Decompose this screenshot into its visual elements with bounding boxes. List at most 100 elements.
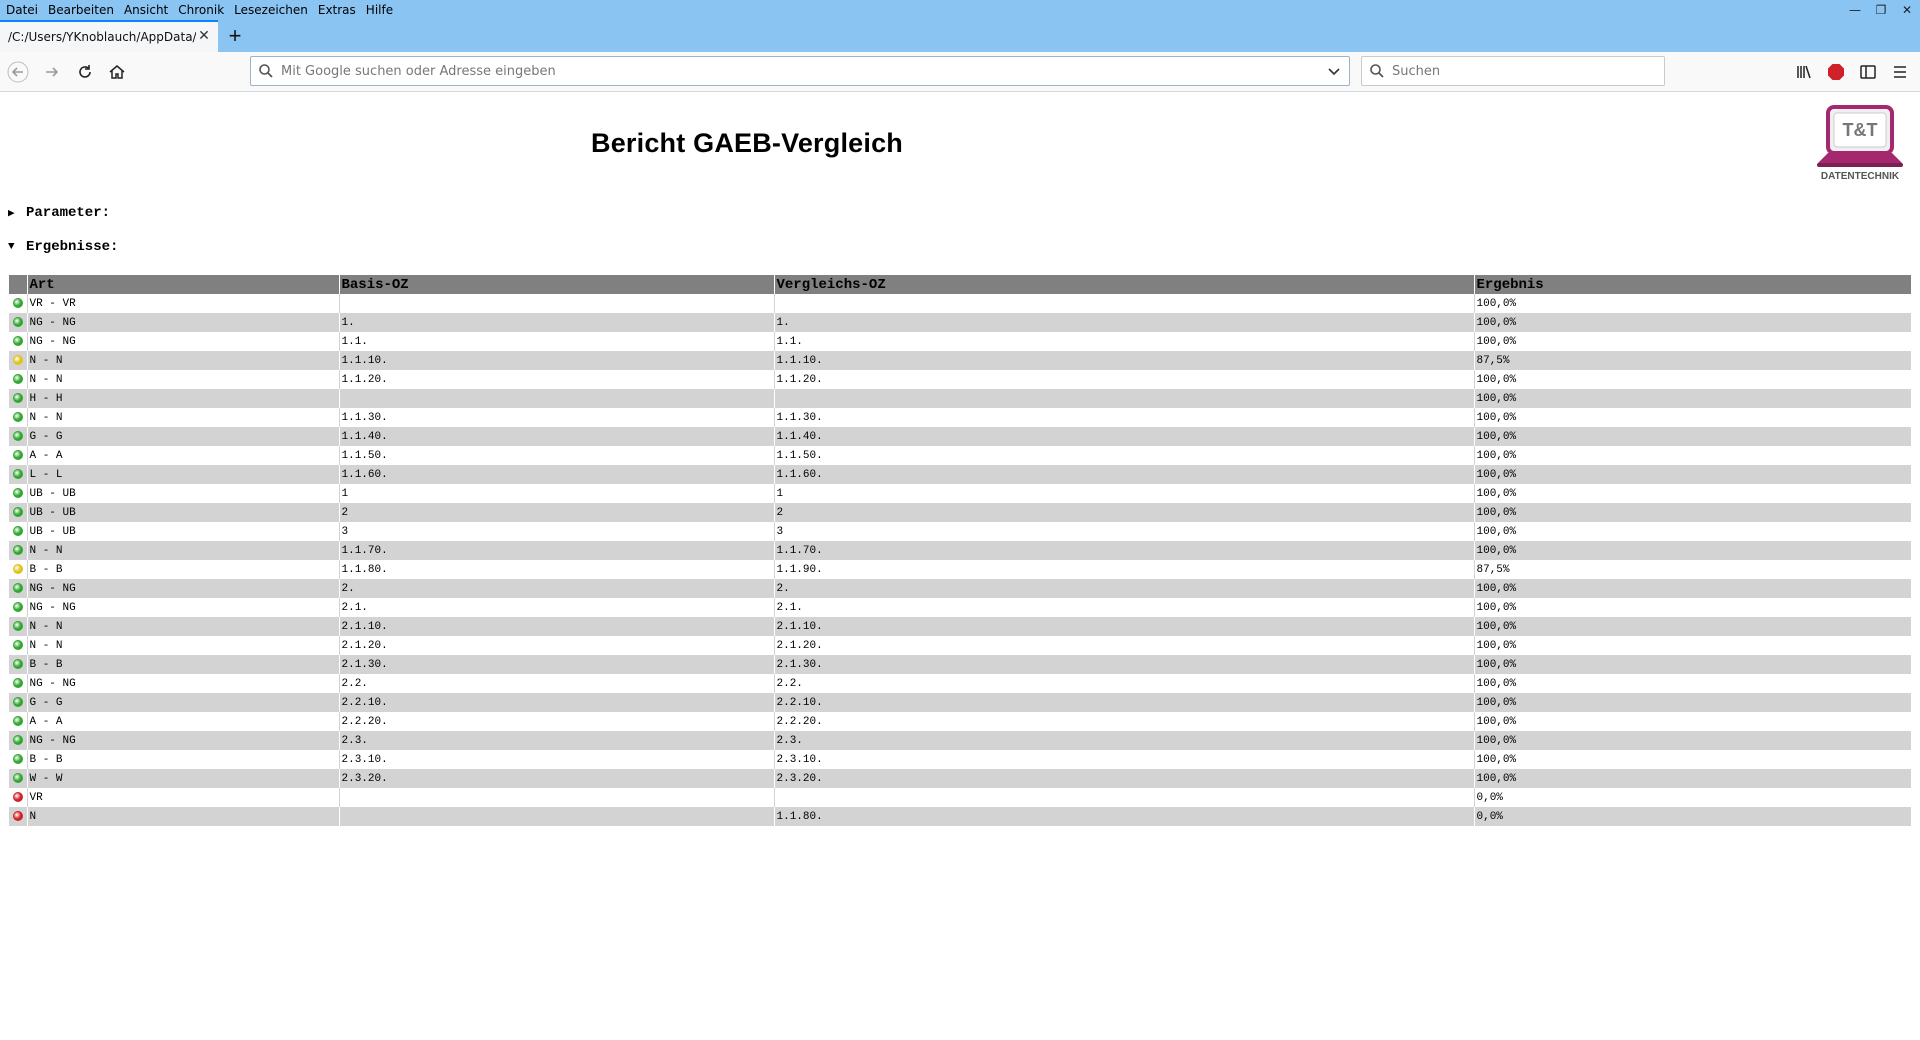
art-cell: N - N: [26, 408, 339, 427]
vergleichs-oz-cell: 2.1.10.: [773, 617, 1474, 636]
status-cell: [9, 655, 27, 674]
menu-bearbeiten[interactable]: Bearbeiten: [43, 3, 119, 17]
status-cell: [9, 788, 27, 807]
status-cell: [9, 769, 27, 788]
collapse-triangle-icon: ▼: [8, 241, 15, 253]
status-cell: [9, 313, 27, 332]
url-input[interactable]: [281, 57, 1319, 85]
menu-extras[interactable]: Extras: [313, 3, 361, 17]
table-row: N - N 1.1.30. 1.1.30. 100,0%: [9, 408, 1911, 427]
status-cell: [9, 408, 27, 427]
status-green-dot-icon: [12, 753, 23, 764]
forward-button[interactable]: [40, 60, 64, 84]
hamburger-icon: [1894, 66, 1906, 78]
url-bar[interactable]: [250, 56, 1350, 86]
art-cell: A - A: [26, 446, 339, 465]
home-button[interactable]: [105, 60, 129, 84]
tab-report[interactable]: /C:/Users/YKnoblauch/AppData/Lo ✕: [0, 20, 218, 52]
ergebnis-cell: 100,0%: [1473, 769, 1911, 788]
art-cell: B - B: [26, 655, 339, 674]
menu-button[interactable]: [1888, 60, 1912, 84]
menu-chronik[interactable]: Chronik: [173, 3, 229, 17]
back-button[interactable]: [6, 60, 30, 84]
status-red-dot-icon: [12, 810, 23, 821]
table-row: L - L 1.1.60. 1.1.60. 100,0%: [9, 465, 1911, 484]
company-logo: T&T DATENTECHNIK: [1814, 103, 1906, 185]
results-table: Art Basis-OZ Vergleichs-OZ Ergebnis VR -…: [9, 275, 1911, 826]
table-row: A - A 2.2.20. 2.2.20. 100,0%: [9, 712, 1911, 731]
navigation-bar: [0, 52, 1920, 92]
table-row: N - N 1.1.20. 1.1.20. 100,0%: [9, 370, 1911, 389]
art-cell: UB - UB: [26, 503, 339, 522]
status-green-dot-icon: [12, 525, 23, 536]
sidebar-icon: [1860, 65, 1876, 79]
status-green-dot-icon: [12, 373, 23, 384]
basis-oz-cell: 1.1.70.: [338, 541, 774, 560]
reload-icon: [79, 65, 91, 78]
art-cell: VR: [26, 788, 339, 807]
basis-oz-cell: [338, 788, 774, 807]
close-window-icon[interactable]: ✕: [1894, 0, 1920, 20]
new-tab-button[interactable]: +: [218, 20, 252, 52]
basis-oz-cell: [338, 807, 774, 826]
status-green-dot-icon: [12, 544, 23, 555]
art-cell: N - N: [26, 541, 339, 560]
library-button[interactable]: [1792, 60, 1816, 84]
vergleichs-oz-cell: 1.: [773, 313, 1474, 332]
status-green-dot-icon: [12, 582, 23, 593]
library-icon: [1797, 65, 1811, 79]
restore-icon[interactable]: ❐: [1868, 0, 1894, 20]
vergleichs-oz-cell: [773, 788, 1474, 807]
chevron-down-icon[interactable]: [1319, 64, 1349, 78]
table-row: NG - NG 1. 1. 100,0%: [9, 313, 1911, 332]
basis-oz-cell: 1.: [338, 313, 774, 332]
menu-lesezeichen[interactable]: Lesezeichen: [229, 3, 313, 17]
art-cell: NG - NG: [26, 731, 339, 750]
forward-arrow-icon: [46, 67, 59, 77]
column-header-art: Art: [26, 275, 339, 294]
vergleichs-oz-cell: 1: [773, 484, 1474, 503]
window-controls: — ❐ ✕: [1842, 0, 1920, 20]
search-bar[interactable]: [1361, 56, 1665, 86]
vergleichs-oz-cell: 1.1.10.: [773, 351, 1474, 370]
sidebar-button[interactable]: [1856, 60, 1880, 84]
ergebnis-cell: 100,0%: [1473, 427, 1911, 446]
status-cell: [9, 579, 27, 598]
ergebnis-cell: 100,0%: [1473, 617, 1911, 636]
column-header-basis-oz: Basis-OZ: [338, 275, 774, 294]
logo-mark: T&T: [1843, 120, 1878, 140]
table-row: N - N 2.1.10. 2.1.10. 100,0%: [9, 617, 1911, 636]
section-ergebnisse-label: Ergebnisse:: [26, 239, 119, 255]
status-green-dot-icon: [12, 468, 23, 479]
reload-button[interactable]: [73, 60, 97, 84]
section-ergebnisse[interactable]: ▼ Ergebnisse:: [8, 239, 118, 255]
vergleichs-oz-cell: [773, 389, 1474, 408]
menu-hilfe[interactable]: Hilfe: [361, 3, 398, 17]
status-yellow-dot-icon: [12, 354, 23, 365]
adblock-button[interactable]: [1824, 60, 1848, 84]
menu-bar: Datei Bearbeiten Ansicht Chronik Lesezei…: [0, 0, 1920, 20]
minimize-icon[interactable]: —: [1842, 0, 1868, 20]
status-cell: [9, 427, 27, 446]
basis-oz-cell: 2.1.20.: [338, 636, 774, 655]
plus-icon: +: [228, 23, 242, 48]
table-row: UB - UB 2 2 100,0%: [9, 503, 1911, 522]
search-input[interactable]: [1392, 57, 1664, 85]
status-green-dot-icon: [12, 297, 23, 308]
search-icon: [251, 63, 281, 79]
status-green-dot-icon: [12, 620, 23, 631]
close-tab-icon[interactable]: ✕: [196, 28, 212, 44]
section-parameter[interactable]: ▶ Parameter:: [8, 205, 110, 221]
status-cell: [9, 370, 27, 389]
vergleichs-oz-cell: 1.1.60.: [773, 465, 1474, 484]
ergebnis-cell: 100,0%: [1473, 750, 1911, 769]
menu-ansicht[interactable]: Ansicht: [119, 3, 173, 17]
status-green-dot-icon: [12, 449, 23, 460]
status-cell: [9, 712, 27, 731]
status-green-dot-icon: [12, 506, 23, 517]
basis-oz-cell: 2.: [338, 579, 774, 598]
menu-datei[interactable]: Datei: [0, 3, 43, 17]
basis-oz-cell: 2.2.20.: [338, 712, 774, 731]
laptop-logo-icon: T&T: [1817, 105, 1903, 167]
table-row: W - W 2.3.20. 2.3.20. 100,0%: [9, 769, 1911, 788]
